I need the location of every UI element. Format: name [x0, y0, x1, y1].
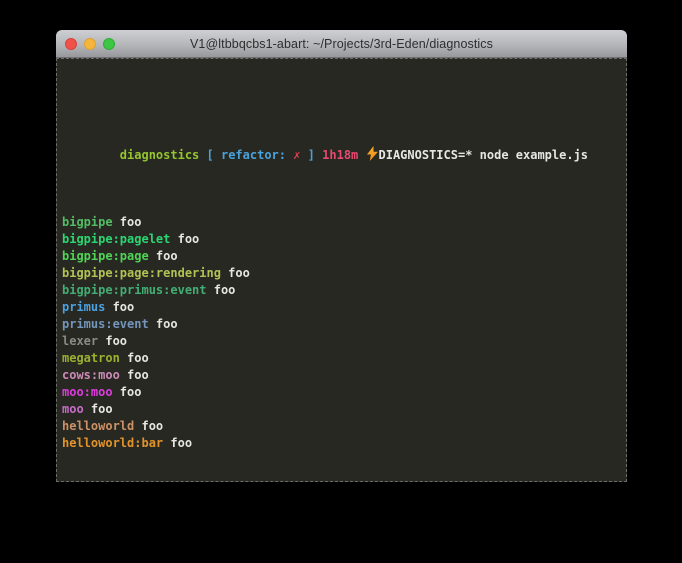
log-message: foo — [105, 300, 134, 314]
log-message: foo — [207, 283, 236, 297]
log-namespace: helloworld:bar — [62, 436, 163, 450]
log-namespace: cows:moo — [62, 368, 120, 382]
log-namespace: bigpipe — [62, 215, 113, 229]
prompt-segment — [358, 148, 365, 162]
log-output: bigpipe foobigpipe:pagelet foobigpipe:pa… — [62, 214, 621, 452]
log-line: primus foo — [62, 299, 621, 316]
log-namespace: moo — [62, 402, 84, 416]
command-text: DIAGNOSTICS=* node example.js — [379, 148, 589, 162]
log-message: foo — [221, 266, 250, 280]
log-line: bigpipe foo — [62, 214, 621, 231]
log-namespace: bigpipe:page:rendering — [62, 266, 221, 280]
prompt-segment: [ — [199, 148, 221, 162]
minimize-icon[interactable] — [84, 38, 96, 50]
title-bar[interactable]: V1@ltbbqcbs1-abart: ~/Projects/3rd-Eden/… — [56, 30, 627, 58]
log-line: moo:moo foo — [62, 384, 621, 401]
log-namespace: primus:event — [62, 317, 149, 331]
prompt-segment: 1h18m — [322, 148, 358, 162]
prompt-segment: diagnostics — [120, 148, 199, 162]
log-line: moo foo — [62, 401, 621, 418]
log-namespace: bigpipe:primus:event — [62, 283, 207, 297]
zoom-icon[interactable] — [103, 38, 115, 50]
terminal-window: V1@ltbbqcbs1-abart: ~/Projects/3rd-Eden/… — [56, 30, 627, 482]
log-line: megatron foo — [62, 350, 621, 367]
log-message: foo — [163, 436, 192, 450]
prompt-segment: refactor: — [221, 148, 286, 162]
log-message: foo — [170, 232, 199, 246]
prompt-segment: ] — [300, 148, 322, 162]
lightning-icon — [367, 146, 378, 166]
close-icon[interactable] — [65, 38, 77, 50]
log-message: foo — [120, 368, 149, 382]
shell-prompt: diagnostics [ refactor: ✗ ] 1h18m — [120, 148, 366, 162]
log-message: foo — [84, 402, 113, 416]
prompt-line: diagnostics [ refactor: ✗ ] 1h18m DIAGNO… — [62, 129, 621, 146]
terminal-content[interactable]: diagnostics [ refactor: ✗ ] 1h18m DIAGNO… — [56, 58, 627, 482]
window-controls — [65, 30, 115, 57]
log-line: primus:event foo — [62, 316, 621, 333]
window-title: V1@ltbbqcbs1-abart: ~/Projects/3rd-Eden/… — [190, 37, 493, 51]
log-message: foo — [134, 419, 163, 433]
log-namespace: bigpipe:page — [62, 249, 149, 263]
log-message: foo — [149, 317, 178, 331]
log-line: bigpipe:page:rendering foo — [62, 265, 621, 282]
log-line: helloworld foo — [62, 418, 621, 435]
prompt-segment: ✗ — [286, 148, 300, 162]
log-namespace: lexer — [62, 334, 98, 348]
log-line: bigpipe:primus:event foo — [62, 282, 621, 299]
log-line: bigpipe:page foo — [62, 248, 621, 265]
log-namespace: moo:moo — [62, 385, 113, 399]
log-message: foo — [149, 249, 178, 263]
log-message: foo — [113, 215, 142, 229]
log-namespace: primus — [62, 300, 105, 314]
log-line: bigpipe:pagelet foo — [62, 231, 621, 248]
log-namespace: helloworld — [62, 419, 134, 433]
log-line: cows:moo foo — [62, 367, 621, 384]
log-message: foo — [120, 351, 149, 365]
log-message: foo — [98, 334, 127, 348]
log-message: foo — [113, 385, 142, 399]
log-namespace: bigpipe:pagelet — [62, 232, 170, 246]
desktop-background: V1@ltbbqcbs1-abart: ~/Projects/3rd-Eden/… — [0, 0, 682, 563]
log-line: lexer foo — [62, 333, 621, 350]
log-namespace: megatron — [62, 351, 120, 365]
log-line: helloworld:bar foo — [62, 435, 621, 452]
